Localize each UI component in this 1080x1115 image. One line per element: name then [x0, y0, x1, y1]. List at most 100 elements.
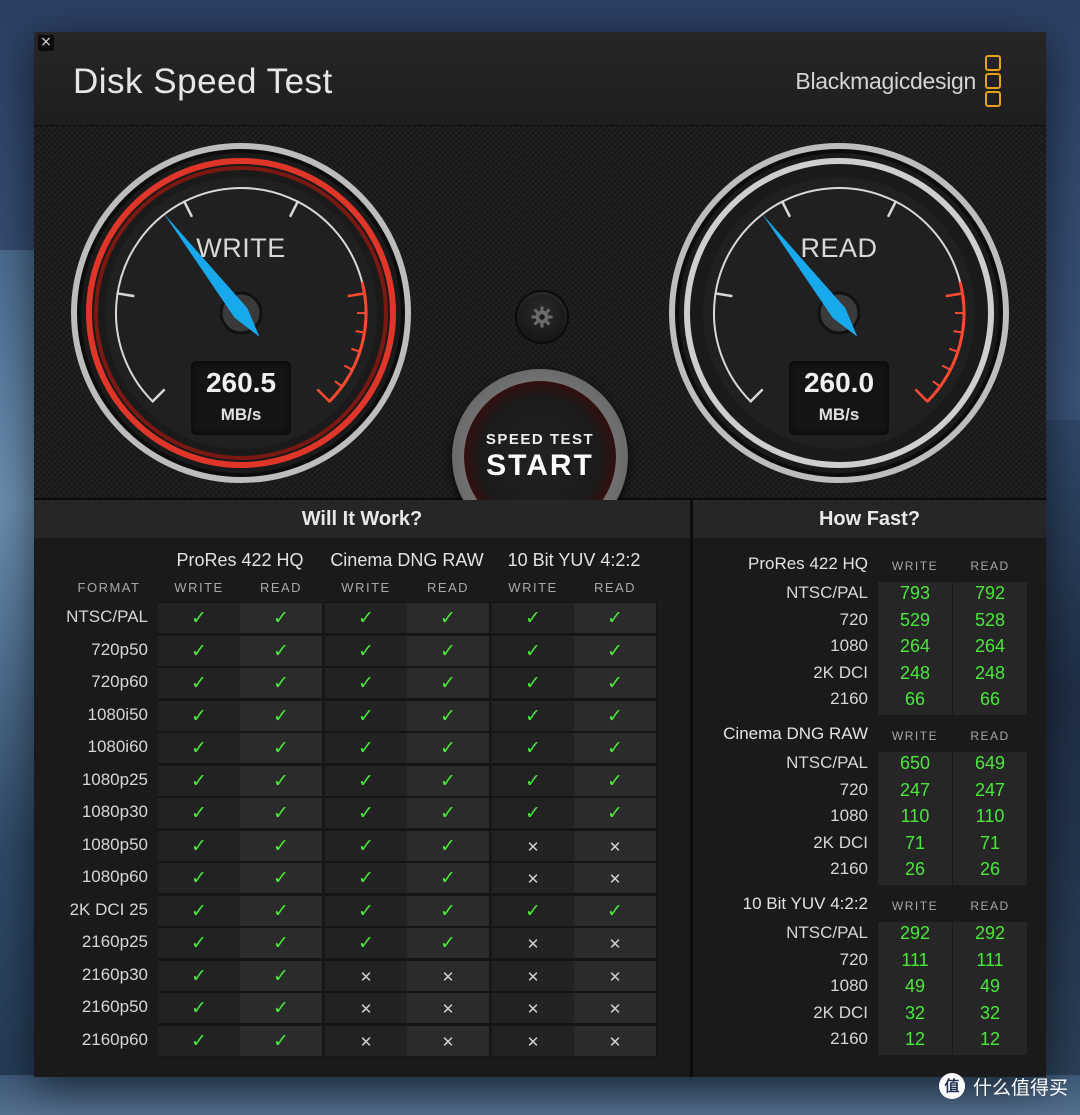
write-fps-value: 71: [904, 832, 926, 853]
unsupported-cross-icon: ✕: [325, 960, 407, 991]
check-icon: ✓: [273, 639, 289, 662]
write-fps-value: 650: [899, 753, 931, 773]
read-fps-value: 248: [974, 662, 1006, 683]
check-icon: ✓: [273, 867, 289, 889]
check-icon: ✓: [191, 867, 207, 889]
supported-check-icon: ✓: [240, 798, 322, 828]
column-heading-write: WRITE: [174, 580, 224, 595]
write-fps-value: 110: [900, 806, 930, 827]
check-icon: ✓: [525, 639, 541, 662]
cross-icon: ✕: [608, 967, 622, 986]
supported-check-icon: ✓: [325, 895, 407, 926]
unsupported-cross-icon: ✕: [574, 993, 656, 1023]
supported-check-icon: ✓: [240, 830, 322, 861]
speed-row-label: 2160: [830, 1029, 868, 1049]
supported-check-icon: ✓: [407, 863, 489, 893]
check-icon: ✓: [273, 672, 289, 694]
cross-icon: ✕: [608, 870, 622, 888]
check-icon: ✓: [358, 737, 374, 759]
unsupported-cross-icon: ✕: [407, 960, 489, 991]
supported-check-icon: ✓: [574, 635, 656, 666]
check-icon: ✓: [440, 867, 456, 889]
speed-row-label: 720: [839, 779, 868, 799]
speed-row-label: NTSC/PAL: [786, 583, 868, 602]
supported-check-icon: ✓: [407, 895, 489, 926]
read-speed-value: 260.0: [803, 367, 875, 398]
start-button-caption: SPEED TEST: [485, 431, 595, 448]
speed-write-heading: WRITE: [891, 729, 939, 743]
speed-row-label: NTSC/PAL: [786, 923, 868, 942]
write-fps-value: 292: [899, 923, 931, 943]
speed-row-label: 2160: [830, 859, 868, 879]
will-it-work-header: Will It Work?: [34, 500, 690, 538]
speed-row-label: 2K DCI: [813, 832, 868, 852]
check-icon: ✓: [358, 769, 374, 792]
cross-icon: ✕: [526, 935, 540, 953]
speed-group-title: 10 Bit YUV 4:2:2: [742, 894, 868, 913]
check-icon: ✓: [191, 1029, 207, 1052]
column-heading-write: WRITE: [508, 580, 558, 595]
unsupported-cross-icon: ✕: [407, 1025, 489, 1056]
check-icon: ✓: [607, 704, 623, 727]
supported-check-icon: ✓: [158, 863, 240, 893]
check-icon: ✓: [191, 997, 207, 1019]
speed-group-title: ProRes 422 HQ: [748, 554, 868, 573]
check-icon: ✓: [440, 899, 456, 922]
speed-row-label: 2K DCI: [813, 662, 868, 682]
unsupported-cross-icon: ✕: [574, 863, 656, 893]
read-fps-value: 26: [979, 859, 1001, 880]
cross-icon: ✕: [441, 967, 455, 986]
check-icon: ✓: [358, 704, 374, 727]
check-icon: ✓: [525, 769, 541, 792]
read-fps-value: 12: [979, 1029, 1001, 1050]
check-icon: ✓: [273, 932, 289, 954]
unsupported-cross-icon: ✕: [492, 1025, 574, 1056]
supported-check-icon: ✓: [492, 603, 574, 633]
write-fps-value: 529: [899, 609, 931, 630]
supported-check-icon: ✓: [407, 733, 489, 763]
supported-check-icon: ✓: [574, 733, 656, 763]
unsupported-cross-icon: ✕: [492, 960, 574, 991]
will-it-work-panel: ProRes 422 HQ WRITE READ Cinema DNG RAW WRIT…: [34, 538, 690, 1077]
check-icon: ✓: [607, 769, 623, 792]
check-icon: ✓: [440, 769, 456, 792]
format-label: 720p50: [91, 639, 148, 659]
write-fps-value: 111: [901, 949, 929, 970]
desktop-wallpaper-bottom: [0, 1075, 1080, 1115]
check-icon: ✓: [525, 802, 541, 824]
format-column-heading: FORMAT: [77, 580, 141, 595]
read-fps-value: 264: [974, 636, 1006, 657]
supported-check-icon: ✓: [240, 1025, 322, 1056]
write-fps-value: 66: [904, 689, 926, 710]
check-icon: ✓: [440, 802, 456, 824]
supported-check-icon: ✓: [574, 700, 656, 731]
speed-row-label: 2160: [830, 689, 868, 709]
check-icon: ✓: [440, 672, 456, 694]
column-heading-read: READ: [259, 580, 303, 595]
speed-group-title: Cinema DNG RAW: [723, 724, 868, 743]
unsupported-cross-icon: ✕: [492, 863, 574, 893]
supported-check-icon: ✓: [492, 635, 574, 666]
how-fast-header: How Fast?: [693, 500, 1046, 538]
check-icon: ✓: [191, 607, 207, 629]
supported-check-icon: ✓: [492, 895, 574, 926]
settings-button[interactable]: [517, 292, 567, 342]
check-icon: ✓: [191, 672, 207, 694]
supported-check-icon: ✓: [240, 928, 322, 958]
write-fps-value: 793: [899, 583, 931, 603]
check-icon: ✓: [191, 769, 207, 792]
supported-check-icon: ✓: [240, 603, 322, 633]
supported-check-icon: ✓: [574, 668, 656, 698]
read-gauge-label: READ: [800, 233, 878, 263]
close-icon[interactable]: ×: [38, 35, 54, 51]
brand-logo-icon: [985, 55, 1001, 109]
check-icon: ✓: [273, 834, 289, 857]
write-fps-value: 26: [904, 859, 926, 880]
read-fps-value: 71: [979, 832, 1001, 853]
check-icon: ✓: [191, 964, 207, 987]
format-label: 1080i50: [87, 704, 148, 724]
check-icon: ✓: [358, 672, 374, 694]
check-icon: ✓: [607, 802, 623, 824]
unsupported-cross-icon: ✕: [492, 928, 574, 958]
write-fps-value: 49: [904, 976, 926, 997]
